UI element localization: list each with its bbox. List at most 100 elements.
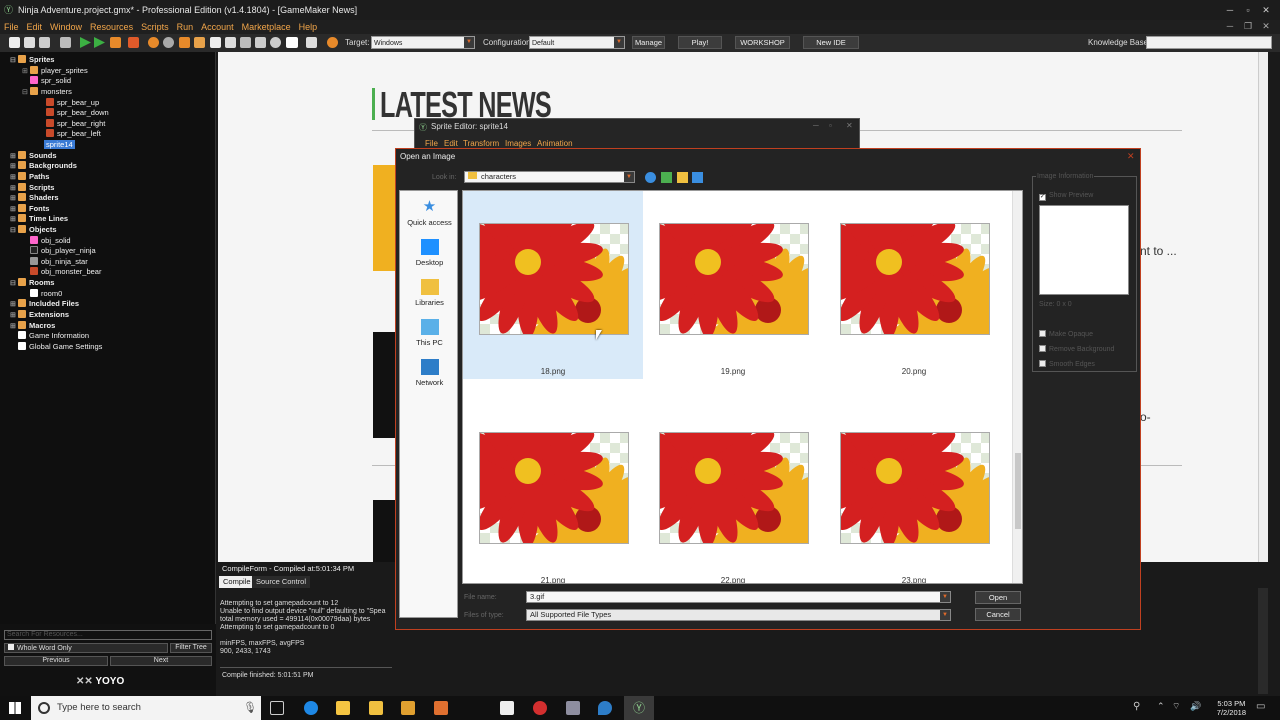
scroll-thumb[interactable] [1015, 453, 1021, 529]
filter-tree-button[interactable]: Filter Tree [170, 643, 212, 653]
volume-icon[interactable]: 🔊 [1190, 701, 1201, 712]
sub-minimize-icon[interactable]: ─ [1222, 19, 1238, 33]
minimize-icon[interactable]: ─ [1222, 2, 1238, 18]
file-tile[interactable]: 19.png [643, 191, 823, 379]
se-menu-edit[interactable]: Edit [444, 139, 458, 148]
add-room-icon[interactable] [286, 37, 298, 48]
smooth-edges-checkbox[interactable]: Smooth Edges [1039, 360, 1095, 368]
menu-file[interactable]: File [0, 20, 23, 34]
mail-icon[interactable] [500, 701, 514, 715]
place-libraries[interactable]: Libraries [400, 279, 459, 307]
add-sound-icon[interactable] [163, 37, 174, 48]
close-icon[interactable]: ✕ [846, 121, 853, 130]
app-icon[interactable] [434, 701, 448, 715]
news-scrollbar[interactable] [1258, 52, 1268, 562]
add-background-icon[interactable] [179, 37, 190, 48]
open-file-icon[interactable] [24, 37, 35, 48]
tree-spr-bear-up[interactable]: spr_bear_up [46, 98, 99, 108]
tab-compile[interactable]: Compile [219, 576, 255, 588]
tree-spr-bear-left[interactable]: spr_bear_left [46, 129, 101, 139]
tree-objects[interactable]: ⊟ Objects [10, 225, 57, 235]
tree-macros[interactable]: ⊞ Macros [10, 321, 55, 331]
cancel-button[interactable]: Cancel [975, 608, 1021, 621]
menu-help[interactable]: Help [295, 20, 322, 34]
look-in-select[interactable]: characters ▼ [464, 171, 635, 183]
media-icon[interactable] [401, 701, 415, 715]
se-menu-animation[interactable]: Animation [537, 139, 573, 148]
tree-spr-bear-right[interactable]: spr_bear_right [46, 119, 105, 129]
add-timeline-icon[interactable] [255, 37, 266, 48]
debug-icon[interactable] [94, 37, 105, 48]
menu-run[interactable]: Run [173, 20, 198, 34]
tree-spr-bear-down[interactable]: spr_bear_down [46, 108, 109, 118]
save-icon[interactable] [39, 37, 50, 48]
menu-account[interactable]: Account [197, 20, 238, 34]
file-grid-scrollbar[interactable] [1012, 191, 1022, 583]
file-tile[interactable]: 18.png [463, 191, 643, 379]
menu-marketplace[interactable]: Marketplace [238, 20, 295, 34]
sub-restore-icon[interactable]: ❐ [1240, 19, 1256, 33]
add-script-icon[interactable] [210, 37, 221, 48]
se-menu-file[interactable]: File [425, 139, 438, 148]
place-quick-access[interactable]: ★ Quick access [400, 199, 459, 228]
view-menu-icon[interactable] [692, 172, 703, 183]
new-ide-button[interactable]: New IDE [803, 36, 859, 49]
previous-button[interactable]: Previous [4, 656, 108, 666]
close-icon[interactable]: ✕ [1127, 151, 1135, 162]
add-object-icon[interactable] [270, 37, 281, 48]
whole-word-only-checkbox[interactable]: Whole Word Only [4, 643, 168, 653]
tree-player-sprites[interactable]: ⊞ player_sprites [22, 66, 88, 76]
maximize-icon[interactable]: ▫ [1240, 2, 1256, 18]
network-icon[interactable]: ⌔ [1172, 701, 1180, 712]
remove-background-checkbox[interactable]: Remove Background [1039, 345, 1114, 353]
files-of-type-select[interactable]: All Supported File Types ▼ [526, 609, 951, 621]
app-icon[interactable] [566, 701, 580, 715]
back-icon[interactable] [645, 172, 656, 183]
tray-arrow-icon[interactable]: ⌃ [1157, 701, 1165, 712]
maximize-icon[interactable]: ▫ [829, 121, 832, 130]
show-preview-checkbox[interactable]: ✓ Show Preview [1039, 192, 1093, 201]
droplet-icon[interactable] [598, 701, 612, 715]
tree-room0[interactable]: room0 [22, 289, 62, 299]
menu-resources[interactable]: Resources [86, 20, 137, 34]
make-opaque-checkbox[interactable]: Make Opaque [1039, 330, 1093, 338]
se-menu-transform[interactable]: Transform [463, 139, 499, 148]
tree-global-game-settings[interactable]: Global Game Settings [10, 342, 102, 352]
opera-icon[interactable] [533, 701, 547, 715]
file-tile[interactable]: 21.png [463, 400, 643, 583]
tree-scripts[interactable]: ⊞ Scripts [10, 183, 54, 193]
place-network[interactable]: Network [400, 359, 459, 387]
help-icon[interactable] [327, 37, 338, 48]
close-icon[interactable]: ✕ [1258, 2, 1274, 18]
file-tile[interactable]: 22.png [643, 400, 823, 583]
minimize-icon[interactable]: ─ [813, 121, 819, 130]
tree-rooms[interactable]: ⊟ Rooms [10, 278, 54, 288]
file-tile[interactable]: 23.png [824, 400, 1004, 583]
open-button[interactable]: Open [975, 591, 1021, 604]
menu-scripts[interactable]: Scripts [137, 20, 173, 34]
place-this-pc[interactable]: This PC [400, 319, 459, 347]
tree-game-information[interactable]: Game Information [10, 331, 89, 341]
create-executable-icon[interactable] [110, 37, 121, 48]
menu-window[interactable]: Window [46, 20, 86, 34]
add-sprite-icon[interactable] [148, 37, 159, 48]
up-folder-icon[interactable] [661, 172, 672, 183]
windows-start-icon[interactable] [9, 702, 21, 714]
taskbar-search-input[interactable]: Type here to search [31, 696, 261, 720]
new-file-icon[interactable] [9, 37, 20, 48]
tree-timelines[interactable]: ⊞ Time Lines [10, 214, 68, 224]
news-snippet[interactable]: nt to ... [1140, 244, 1177, 258]
tree-monsters[interactable]: ⊟ monsters [22, 87, 72, 97]
tree-extensions[interactable]: ⊞ Extensions [10, 310, 69, 320]
manage-button[interactable]: Manage [632, 36, 665, 49]
taskbar-clock[interactable]: 5:03 PM 7/2/2018 [1217, 699, 1246, 717]
gamemaker-taskbar-icon[interactable]: Ⓨ [624, 696, 654, 720]
se-menu-images[interactable]: Images [505, 139, 531, 148]
news-snippet[interactable]: o- [1140, 410, 1151, 424]
tree-sounds[interactable]: ⊞ Sounds [10, 151, 57, 161]
tree-sprite14[interactable]: sprite14 [44, 140, 75, 150]
tree-spr-solid[interactable]: spr_solid [30, 76, 71, 86]
tab-source-control[interactable]: Source Control [252, 576, 311, 588]
tree-sprites[interactable]: ⊟ Sprites [10, 55, 54, 65]
compile-scrollbar[interactable] [1258, 588, 1268, 694]
